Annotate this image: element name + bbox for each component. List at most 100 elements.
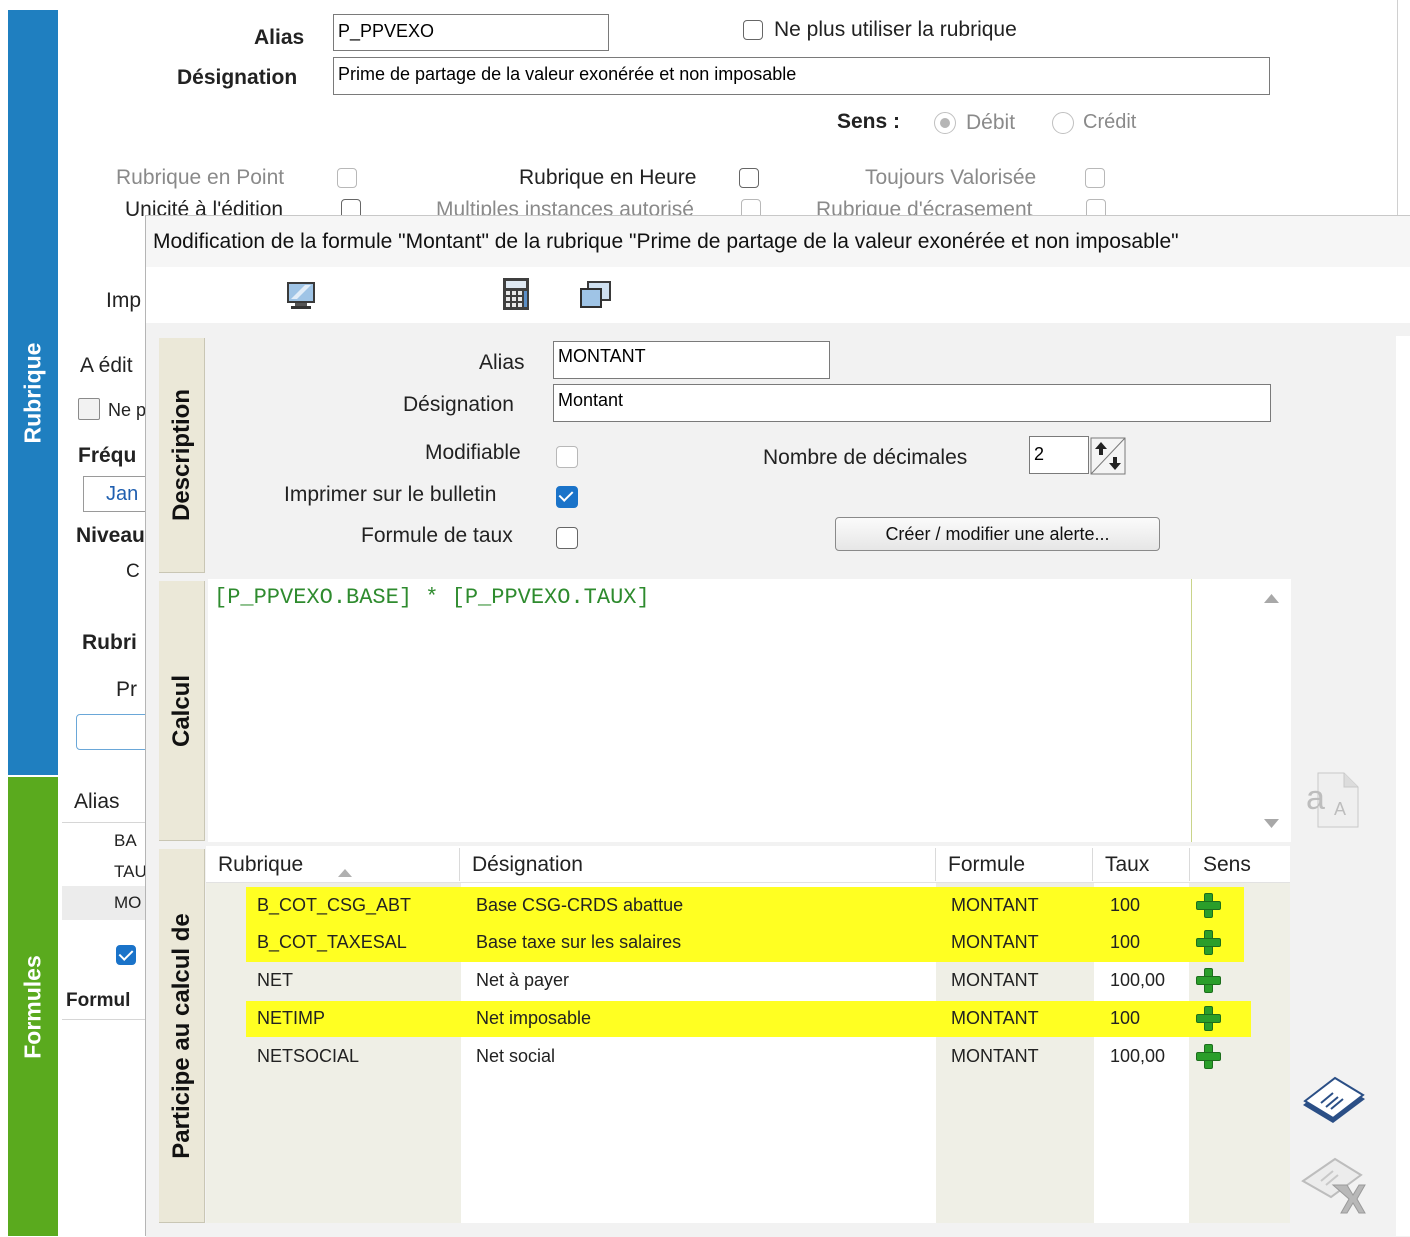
font-size-icon[interactable]: a A [1304,769,1360,829]
frequence-value-partial: Jan [106,483,139,505]
svg-text:a: a [1306,779,1325,817]
formules-checkbox[interactable] [116,945,136,965]
calcul-margin-line [1191,579,1192,842]
formules-row-selected[interactable]: MO [62,886,152,920]
cell-rubrique: NET [257,970,293,990]
sens-debit-radio[interactable] [934,112,956,134]
imprimer-checkbox[interactable] [556,486,578,508]
table-row[interactable]: B_COT_CSG_ABT Base CSG-CRDS abattue MONT… [206,888,1290,922]
rubri-field-partial[interactable] [76,714,156,750]
desc-alias-field[interactable]: MONTANT [553,341,830,379]
rubrique-right-border [1397,0,1398,215]
plus-icon [1195,892,1221,918]
cell-taux: 100 [1110,932,1141,952]
rubri-label-partial: Rubri [82,631,137,654]
col-header-designation[interactable]: Désignation [472,853,583,877]
plus-icon [1195,1043,1221,1069]
formules-col-alias: Alias [74,790,120,813]
cell-taux: 100,00 [1110,970,1166,990]
table-header-sep [935,848,936,881]
ne-plus-utiliser-label: Ne plus utiliser la rubrique [774,18,1017,41]
cell-taux: 100 [1110,1008,1141,1028]
designation-field[interactable]: Prime de partage de la valeur exonérée e… [333,57,1270,95]
toujours-valorisee-label: Toujours Valorisée [865,166,1037,189]
cell-rubrique: NETIMP [257,1008,326,1028]
alerte-button[interactable]: Créer / modifier une alerte... [835,517,1160,551]
table-row[interactable]: NETSOCIAL Net social MONTANT 100,00 [206,1039,1290,1073]
nb-decimales-field[interactable]: 2 [1029,436,1089,474]
alias-field[interactable]: P_PPVEXO [333,14,609,51]
formule-taux-checkbox[interactable] [556,527,578,549]
frequence-select-partial[interactable]: Jan [83,476,153,512]
cell-designation: Base taxe sur les salaires [476,932,682,952]
tab-formules-label: Formules [19,954,46,1059]
sens-debit-label: Débit [966,111,1016,134]
ne-plus-utiliser-checkbox[interactable] [743,20,763,40]
tab-participe[interactable]: Participe au calcul de [159,849,205,1223]
dialog-toolbar [146,267,1410,323]
monitor-icon[interactable] [285,279,317,311]
formules-row-alias: BA [114,831,137,850]
ne-label-partial: Ne p [108,400,147,420]
tab-description[interactable]: Description [159,338,205,573]
plus-icon [1195,929,1221,955]
formules-row-alias: TAU [114,862,147,881]
calculator-icon[interactable] [500,277,532,311]
cell-formule: MONTANT [951,895,1039,915]
c-label-partial: C [126,561,140,582]
tab-description-label: Description [167,388,195,522]
cell-rubrique: B_COT_CSG_ABT [257,895,412,915]
col-header-sens[interactable]: Sens [1203,853,1251,877]
table-header-sep [1092,848,1093,881]
modifiable-label: Modifiable [425,441,521,464]
toujours-valorisee-checkbox[interactable] [1085,168,1105,188]
cancel-icon[interactable] [1299,1151,1369,1215]
table-header-sep [459,848,460,881]
desc-designation-label: Désignation [403,393,514,416]
cell-formule: MONTANT [951,1008,1039,1028]
calcul-editor[interactable]: [P_PPVEXO.BASE] * [P_PPVEXO.TAUX] [208,579,1291,842]
tab-rubrique[interactable]: Rubrique [8,10,58,775]
rubrique-en-point-checkbox[interactable] [337,168,357,188]
plus-icon [1195,967,1221,993]
ne-checkbox-partial[interactable] [78,398,100,420]
a-editer-label-partial: A édit [80,354,133,377]
modifiable-checkbox[interactable] [556,446,578,468]
table-row[interactable]: NETIMP Net imposable MONTANT 100 [206,1001,1290,1035]
frequence-label-partial: Fréqu [78,444,137,467]
imp-label-partial: Imp [106,289,142,312]
cell-taux: 100 [1110,895,1141,915]
tab-formules[interactable]: Formules [8,777,58,1236]
spinner-icon[interactable] [1090,437,1126,475]
formules-formul-label: Formul [66,990,131,1011]
formules-row[interactable]: TAU [62,855,152,889]
desc-designation-field[interactable]: Montant [553,384,1271,422]
sens-credit-label: Crédit [1083,111,1137,133]
windows-icon[interactable] [578,279,614,311]
cell-designation: Net social [476,1046,556,1066]
col-header-taux[interactable]: Taux [1105,853,1149,877]
svg-text:A: A [1334,799,1346,819]
cell-designation: Base CSG-CRDS abattue [476,895,684,915]
formules-row[interactable]: BA [62,824,152,858]
validate-icon[interactable] [1299,1071,1369,1131]
dialog-title: Modification de la formule "Montant" de … [153,230,1179,253]
formules-header-line [62,822,152,823]
table-row[interactable]: B_COT_TAXESAL Base taxe sur les salaires… [206,925,1290,959]
rubrique-en-heure-checkbox[interactable] [739,168,759,188]
cell-designation: Net imposable [476,1008,592,1028]
plus-icon [1195,1005,1221,1031]
calcul-scrollbar[interactable] [1259,579,1284,842]
col-header-formule[interactable]: Formule [948,853,1025,877]
tab-calcul[interactable]: Calcul [159,581,205,841]
cell-designation: Net à payer [476,970,570,990]
table-row[interactable]: NET Net à payer MONTANT 100,00 [206,963,1290,997]
sens-credit-radio[interactable] [1052,112,1074,134]
sort-asc-icon [337,861,353,877]
formules-row-alias: MO [114,893,142,912]
col-header-rubrique[interactable]: Rubrique [218,853,303,877]
nb-decimales-label: Nombre de décimales [763,446,968,469]
cell-rubrique: NETSOCIAL [257,1046,360,1066]
cell-rubrique: B_COT_TAXESAL [257,932,407,952]
rubrique-en-heure-label: Rubrique en Heure [519,166,697,189]
